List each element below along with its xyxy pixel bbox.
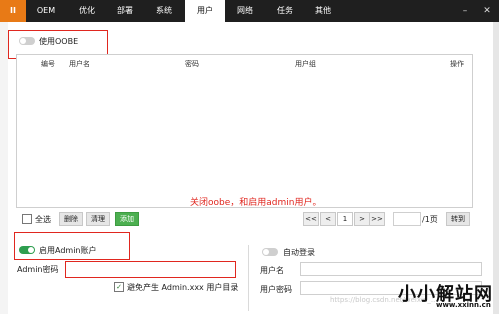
autologin-password-label: 用户密码 [260, 285, 292, 294]
autologin-toggle[interactable] [262, 248, 278, 256]
tab-oem[interactable]: OEM [28, 0, 64, 22]
current-page[interactable]: 1 [337, 212, 353, 226]
next-page-button[interactable]: > [354, 212, 370, 226]
tab-network[interactable]: 网络 [226, 0, 264, 22]
total-pages-label: /1页 [422, 215, 438, 224]
admin-toggle[interactable] [19, 246, 35, 254]
first-page-button[interactable]: << [303, 212, 319, 226]
app-icon[interactable]: II [0, 0, 26, 22]
page-number-input[interactable] [393, 212, 421, 226]
tab-system[interactable]: 系统 [144, 0, 184, 22]
prev-page-button[interactable]: < [320, 212, 336, 226]
last-page-button[interactable]: >> [369, 212, 385, 226]
tab-user[interactable]: 用户 [185, 0, 225, 22]
minimize-button[interactable]: – [455, 0, 475, 22]
avoid-admin-dir-checkbox[interactable]: ✓ [114, 282, 124, 292]
scrollbar[interactable] [493, 22, 499, 314]
tab-optimize[interactable]: 优化 [68, 0, 106, 22]
column-id[interactable]: 编号 [41, 59, 55, 69]
clear-button[interactable]: 清理 [86, 212, 110, 226]
oobe-toggle[interactable] [19, 37, 35, 45]
admin-password-label: Admin密码 [17, 265, 59, 274]
logo-url: www.xxinn.cn [436, 301, 491, 309]
select-all-label: 全选 [35, 215, 51, 224]
column-username[interactable]: 用户名 [69, 59, 90, 69]
annotation-text: 关闭oobe，和启用admin用户。 [190, 198, 322, 208]
goto-button[interactable]: 转到 [446, 212, 470, 226]
oobe-label: 使用OOBE [39, 37, 79, 46]
tab-deploy[interactable]: 部署 [106, 0, 144, 22]
autologin-label: 自动登录 [283, 248, 315, 257]
delete-button[interactable]: 删除 [59, 212, 83, 226]
add-button[interactable]: 添加 [115, 212, 139, 226]
close-button[interactable]: ✕ [477, 0, 497, 22]
admin-toggle-label: 启用Admin账户 [39, 246, 97, 255]
tab-other[interactable]: 其他 [305, 0, 341, 22]
autologin-username-label: 用户名 [260, 266, 284, 275]
column-group[interactable]: 用户组 [295, 59, 316, 69]
select-all-checkbox[interactable] [22, 214, 32, 224]
avoid-admin-dir-label: 避免产生 Admin.xxx 用户目录 [127, 283, 239, 292]
tab-bar: II OEM 优化 部署 系统 用户 网络 任务 其他 – ✕ [0, 0, 499, 22]
column-password[interactable]: 密码 [185, 59, 199, 69]
tab-tasks[interactable]: 任务 [266, 0, 304, 22]
site-logo: 小小解站网 www.xxinn.cn [398, 280, 496, 312]
user-table: 编号 用户名 密码 用户组 操作 [16, 54, 473, 208]
admin-password-input[interactable] [67, 262, 232, 274]
left-edge [0, 22, 8, 314]
autologin-username-input[interactable] [300, 262, 482, 276]
section-divider [248, 245, 249, 311]
column-actions[interactable]: 操作 [450, 59, 464, 69]
